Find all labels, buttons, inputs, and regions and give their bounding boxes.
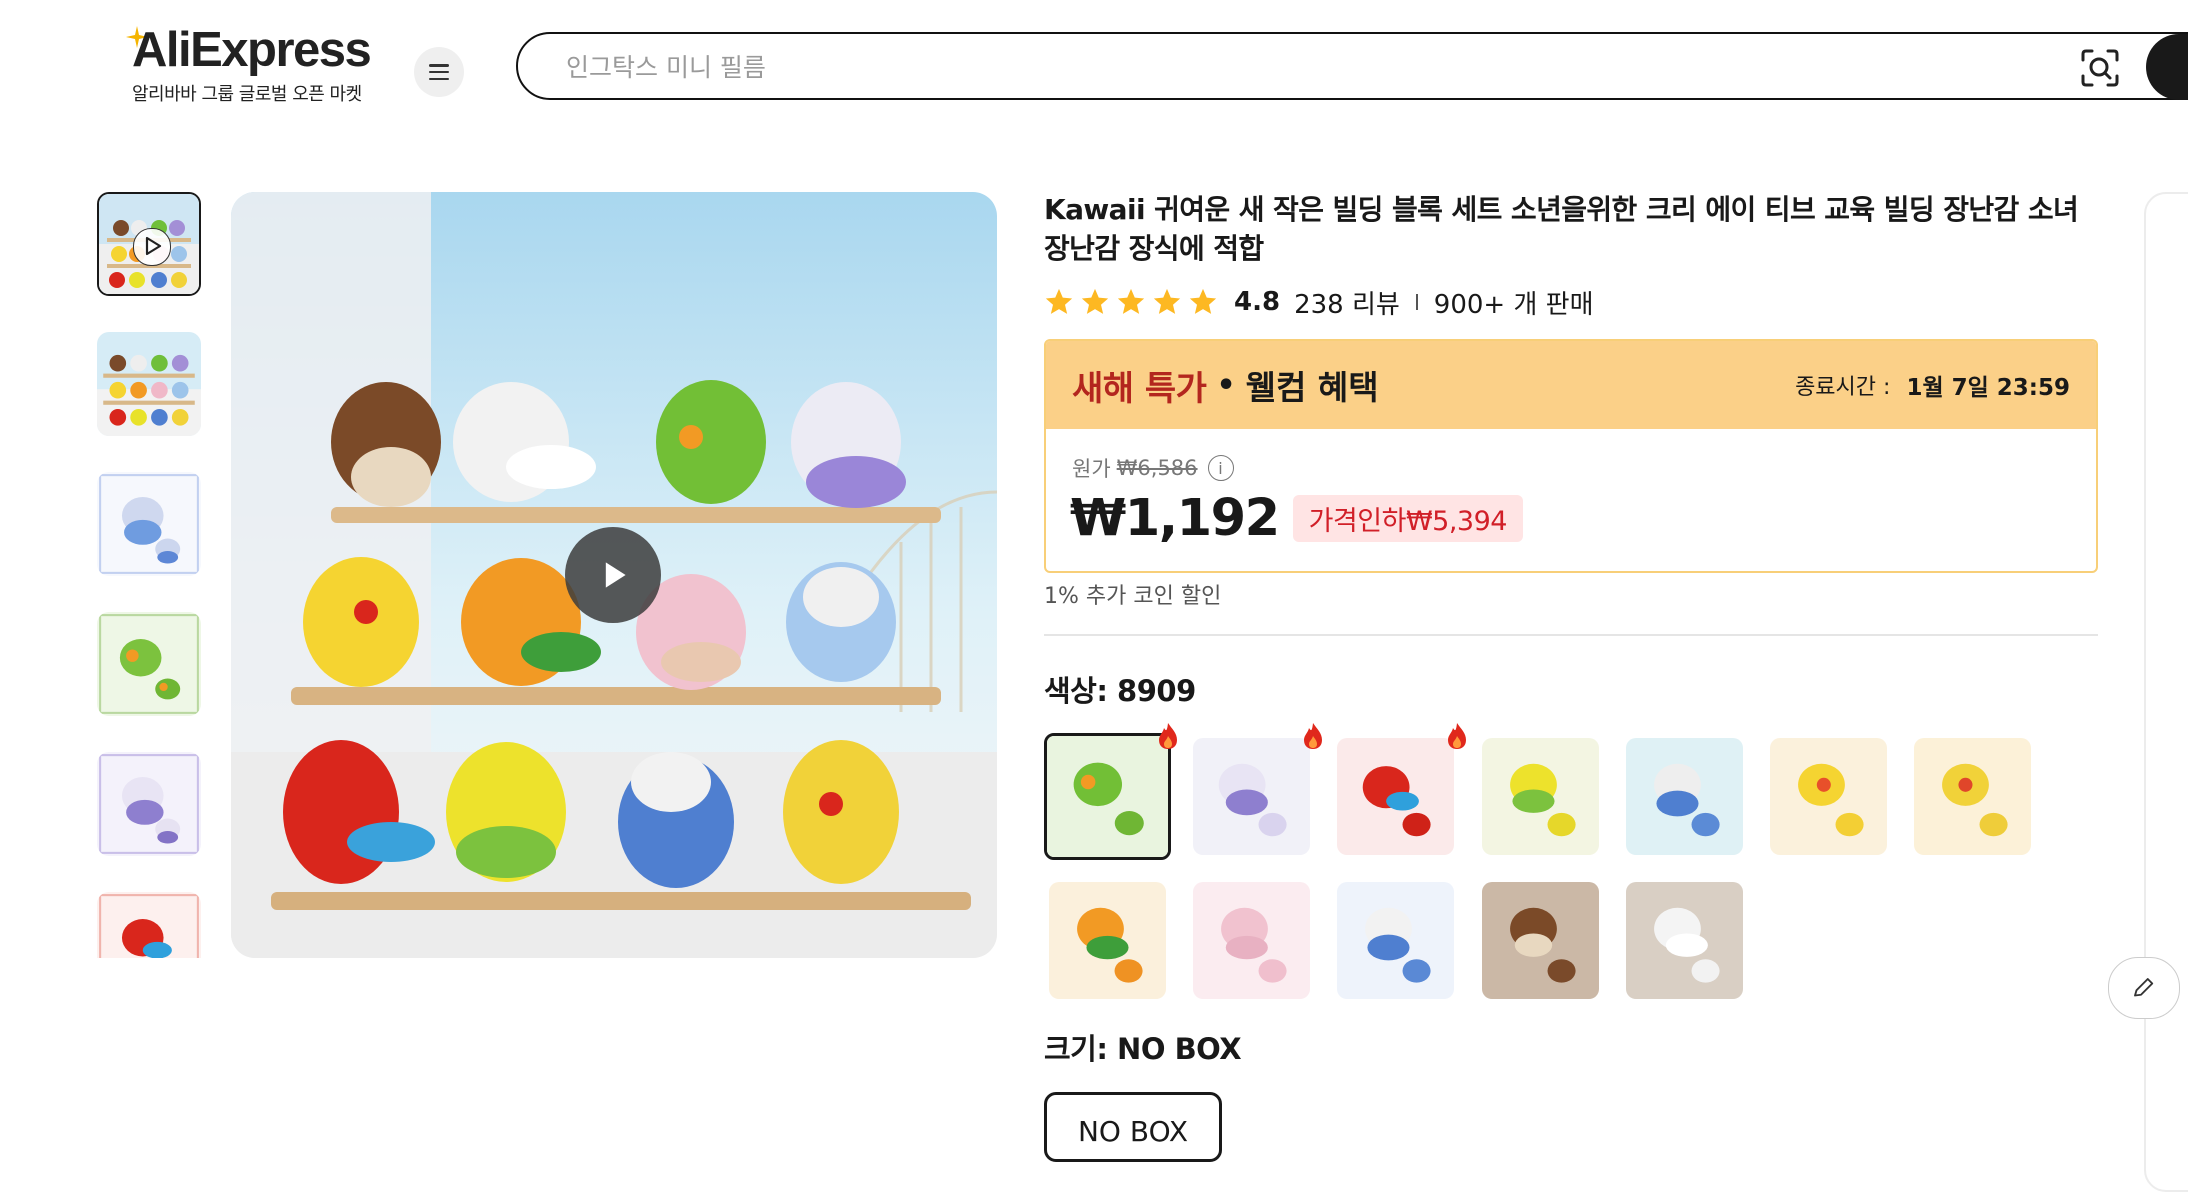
gallery-thumb[interactable] [97,752,201,856]
gallery-thumb[interactable] [97,892,201,958]
promo-end-value: 1월 7일 23:59 [1906,375,2070,401]
star-icon [1117,288,1145,314]
size-option-button[interactable]: NO BOX [1044,1092,1222,1162]
purchase-side-panel [2144,192,2188,1192]
feedback-button[interactable] [2108,957,2180,1019]
color-swatch[interactable] [1626,882,1743,999]
reviews-link[interactable]: 238 리뷰 [1294,284,1400,321]
gallery-thumb-strip [97,180,205,958]
original-price-label: 원가 [1072,457,1111,481]
hamburger-icon [429,64,449,80]
hot-flame-icon [1159,723,1177,749]
promo-end-time: 종료시간 : 1월 7일 23:59 [1795,368,2070,402]
promo-title: 새해 특가 [1072,368,1207,409]
current-price: ₩1,192 [1070,489,1280,548]
sold-count: 900+ 개 판매 [1433,289,1594,320]
color-swatch[interactable] [1049,882,1166,999]
rating-value: 4.8 [1234,287,1281,317]
info-icon[interactable]: i [1207,455,1234,481]
gallery-thumb[interactable] [97,332,201,436]
play-icon [605,562,626,588]
logo-text: AliExpress [132,23,372,77]
color-swatch[interactable] [1482,882,1599,999]
image-search-icon[interactable] [2080,48,2120,88]
promo-end-label: 종료시간 : [1795,375,1891,400]
star-icon [1045,288,1073,314]
coin-discount-note: 1% 추가 코인 할인 [1044,584,1222,609]
hot-flame-icon [1448,723,1466,749]
pencil-icon [2134,978,2154,997]
color-swatch[interactable] [1770,738,1887,855]
aliexpress-logo[interactable]: AliExpress 알리바바 그룹 글로벌 오픈 마켓 [126,22,392,107]
color-swatch[interactable] [1482,738,1599,855]
color-swatch[interactable] [1914,738,2031,855]
discount-badge: 가격인하₩5,394 [1292,495,1523,542]
menu-button[interactable] [414,47,464,97]
color-swatch[interactable] [1626,738,1743,855]
promo-subtitle: 웰컴 혜택 [1245,368,1379,407]
color-swatch-selected[interactable] [1044,733,1171,860]
star-icon [1153,288,1181,314]
original-price: ₩6,586 [1116,456,1198,480]
size-label: 크기: NO BOX [1044,1032,1242,1066]
color-swatch[interactable] [1193,882,1310,999]
divider [1415,294,1418,310]
promo-dot: • [1216,367,1236,403]
video-play-button[interactable] [565,527,661,623]
hot-flame-icon [1304,723,1322,749]
color-swatch[interactable] [1337,882,1454,999]
promo-box: 새해 특가 • 웰컴 혜택 종료시간 : 1월 7일 23:59 원가 ₩6,5… [1044,339,2098,573]
rating-row: 4.8 238 리뷰 900+ 개 판매 [1044,283,1594,321]
color-swatch[interactable] [1337,738,1454,855]
logo-tagline: 알리바바 그룹 글로벌 오픈 마켓 [132,84,362,105]
section-divider [1044,634,2098,636]
color-swatch[interactable] [1193,738,1310,855]
color-label: 색상: 8909 [1044,674,1196,708]
star-icon [1081,288,1109,314]
rating-stars [1044,287,1218,317]
price-row: ₩1,192 가격인하₩5,394 [1070,489,1523,548]
promo-banner: 새해 특가 • 웰컴 혜택 종료시간 : 1월 7일 23:59 [1046,341,2096,429]
gallery-thumb[interactable] [97,472,201,576]
original-price-row: 원가 ₩6,586 i [1072,453,1234,483]
search-input[interactable] [564,48,2068,86]
search-bar [516,32,2188,100]
gallery-thumb[interactable] [97,612,201,716]
star-icon [1189,288,1217,314]
product-title: Kawaii 귀여운 새 작은 빌딩 블록 세트 소년을위한 크리 에이 티브 … [1044,193,2079,265]
